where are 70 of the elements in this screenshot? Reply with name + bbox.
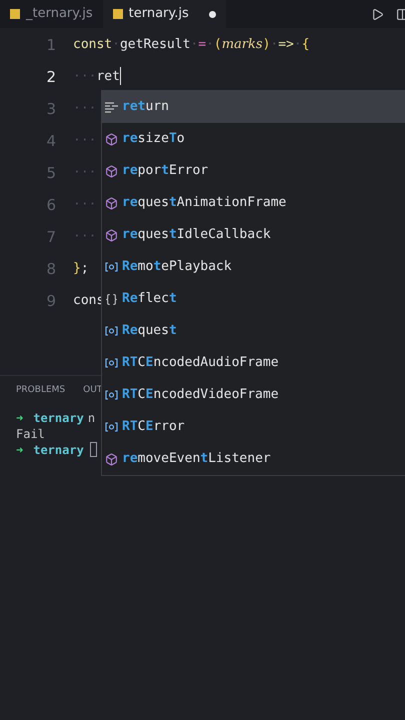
suggestion-item[interactable]: RemotePlayback bbox=[102, 251, 405, 283]
code-token: ··· bbox=[73, 100, 96, 118]
code-token: } bbox=[73, 260, 81, 278]
line-number: 3 bbox=[45, 98, 57, 120]
panel-tab[interactable]: PROBLEMS bbox=[16, 384, 66, 398]
prompt-arrow: ➜ bbox=[16, 442, 24, 458]
suggestion-item[interactable]: RTCE rror bbox=[102, 411, 405, 443]
code-token: ; bbox=[80, 260, 89, 278]
suggestion-item[interactable]: resizeTo bbox=[102, 123, 405, 155]
suggestion-item[interactable]: Request bbox=[102, 315, 405, 347]
code-token: ( bbox=[214, 36, 222, 54]
terminal-text: n bbox=[88, 410, 96, 426]
suggestion-item[interactable]: RTCEncodedAudioFrame bbox=[102, 347, 405, 379]
cube-icon bbox=[105, 164, 118, 178]
tab-label: ternary.js bbox=[128, 5, 189, 24]
cube-icon bbox=[105, 452, 118, 466]
directory-name: ternary bbox=[33, 442, 84, 458]
prompt-arrow: ➜ bbox=[16, 410, 24, 426]
line-number: 1 bbox=[45, 34, 57, 56]
variable-icon bbox=[105, 358, 118, 368]
cube-icon bbox=[105, 196, 118, 210]
editor-tab[interactable]: ternary.js bbox=[102, 0, 226, 28]
code-token: · bbox=[190, 36, 198, 54]
suggestion-item[interactable]: removeEventListener bbox=[102, 443, 405, 475]
cube-icon bbox=[105, 228, 118, 242]
code-token: ··· bbox=[73, 68, 96, 86]
tab-label: _ternary.js bbox=[26, 5, 93, 24]
code-token: ··· bbox=[73, 132, 96, 150]
panel-tab[interactable]: OUT bbox=[83, 384, 102, 398]
suggestion-item[interactable]: RTCEncodedVideoFrame bbox=[102, 379, 405, 411]
suggestion-item[interactable]: Reflect bbox=[102, 283, 405, 315]
cube-icon bbox=[105, 132, 118, 146]
line-number: 9 bbox=[45, 290, 57, 312]
suggestion-item[interactable]: reportError bbox=[102, 155, 405, 187]
line-number: 2 bbox=[45, 66, 57, 88]
code-token: · bbox=[206, 36, 214, 54]
code-token: { bbox=[302, 36, 310, 54]
code-token: => bbox=[278, 36, 294, 54]
suggestion-item[interactable]: return bbox=[102, 91, 405, 123]
line-number: 8 bbox=[45, 258, 57, 280]
code-token: ··· bbox=[73, 196, 96, 214]
js-file-icon bbox=[10, 9, 20, 19]
keyword-icon bbox=[105, 102, 118, 112]
code-token: = bbox=[198, 36, 206, 54]
line-number: 6 bbox=[45, 194, 57, 216]
directory-name: ternary bbox=[33, 410, 84, 426]
suggestion-item[interactable]: requestIdleCallback bbox=[102, 219, 405, 251]
code-token: · bbox=[270, 36, 278, 54]
run-icon[interactable] bbox=[371, 8, 384, 20]
js-file-icon bbox=[112, 9, 123, 19]
suggestion-item[interactable]: requestAnimationFrame bbox=[102, 187, 405, 219]
variable-icon bbox=[105, 326, 118, 336]
code-token: const bbox=[73, 36, 112, 54]
terminal-output: Fail bbox=[16, 426, 45, 442]
code-token: ··· bbox=[73, 164, 96, 182]
line-number: 7 bbox=[45, 226, 57, 248]
code-token: ) bbox=[262, 36, 270, 54]
code-token: marks bbox=[222, 36, 263, 54]
code-token: · bbox=[112, 36, 120, 54]
line-number: 5 bbox=[45, 162, 57, 184]
code-token: · bbox=[294, 36, 302, 54]
variable-icon bbox=[105, 262, 118, 272]
variable-icon bbox=[105, 422, 118, 432]
text-cursor bbox=[120, 67, 121, 86]
code-token: ret bbox=[96, 68, 120, 86]
line-number: 4 bbox=[45, 130, 57, 152]
braces-icon bbox=[105, 292, 118, 306]
variable-icon bbox=[105, 390, 118, 400]
code-token: getResult bbox=[120, 36, 190, 54]
code-token: ··· bbox=[73, 228, 96, 246]
